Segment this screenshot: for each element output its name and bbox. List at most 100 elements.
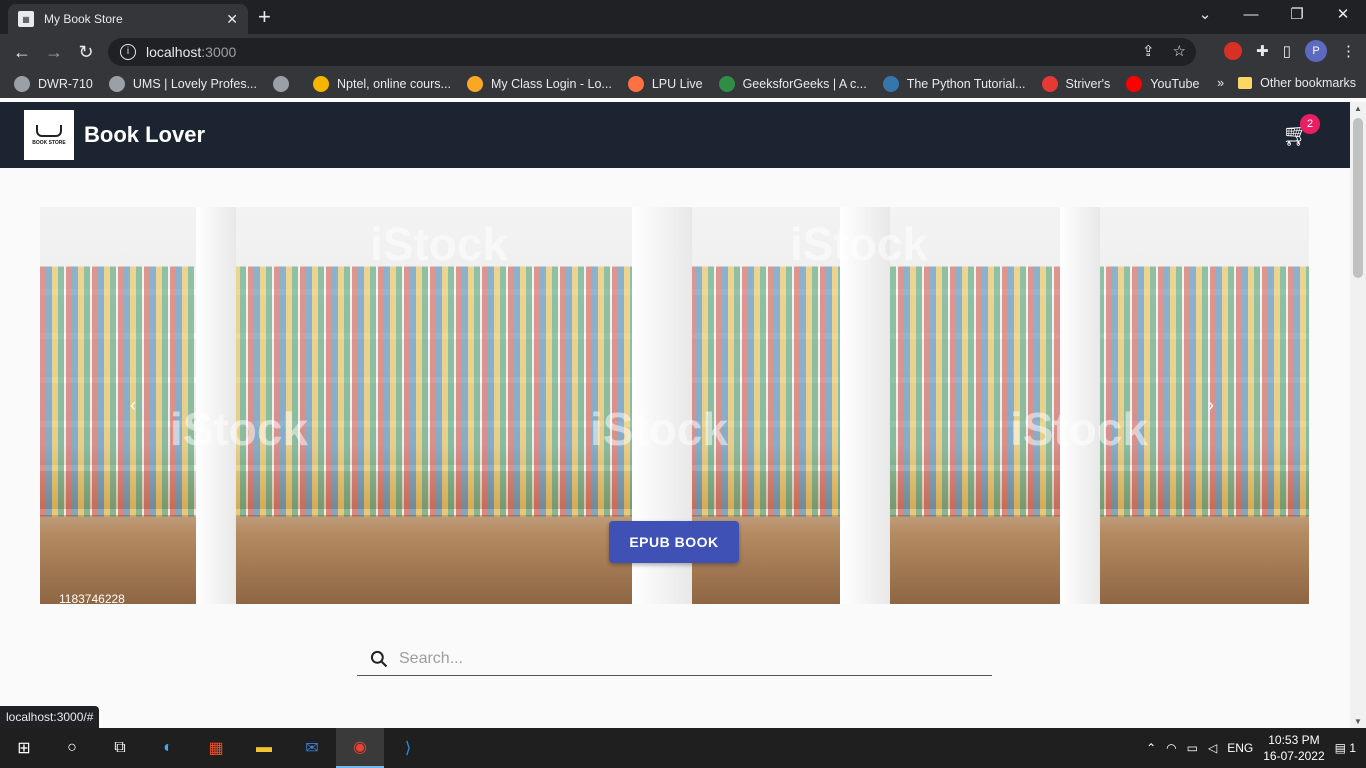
epub-book-button[interactable]: EPUB BOOK (609, 521, 739, 563)
other-bookmarks[interactable]: Other bookmarks (1238, 76, 1356, 90)
microsoft-store-icon[interactable]: ▦ (192, 728, 240, 768)
back-button[interactable]: ← (6, 42, 38, 63)
bookmark-item[interactable]: DWR-710 (14, 76, 93, 92)
bookmark-favicon-icon (718, 76, 735, 92)
browser-tabstrip: ▦ My Book Store ✕ + ⌄ — ❐ ✕ (0, 0, 1366, 34)
app-header: BOOK STORE Book Lover 🛒︎ 2 (0, 102, 1350, 168)
scroll-up-icon[interactable]: ▲ (1354, 104, 1362, 113)
clock[interactable]: 10:53 PM 16-07-2022 (1263, 732, 1324, 764)
close-tab-icon[interactable]: ✕ (226, 11, 238, 28)
site-info-icon[interactable]: i (120, 44, 136, 60)
task-view-icon[interactable]: ⧉ (96, 728, 144, 768)
brand-title[interactable]: Book Lover (84, 122, 205, 148)
watermark: iStock (170, 403, 309, 455)
restore-button[interactable]: ❐ (1274, 0, 1320, 30)
page-viewport: BOOK STORE Book Lover 🛒︎ 2 iStock iStock… (0, 102, 1350, 728)
cart-count-badge: 2 (1300, 114, 1320, 134)
battery-icon[interactable]: ▭ (1187, 741, 1198, 755)
watermark: iStock (1010, 403, 1149, 455)
minimize-button[interactable]: — (1228, 0, 1274, 30)
bookmark-label: YouTube (1150, 77, 1200, 91)
language-indicator[interactable]: ENG (1227, 741, 1253, 755)
file-explorer-icon[interactable]: ▬ (240, 728, 288, 768)
bookmark-label: GeeksforGeeks | A c... (742, 77, 867, 91)
volume-icon[interactable]: ◁ (1208, 741, 1217, 755)
windows-start-icon[interactable]: ⊞ (0, 728, 48, 768)
scroll-down-icon[interactable]: ▼ (1354, 717, 1362, 726)
bookmark-item[interactable]: Nptel, online cours... (313, 76, 451, 92)
bookmark-item[interactable] (273, 76, 297, 92)
bookmark-label: DWR-710 (38, 77, 93, 91)
url-host: localhost (146, 44, 202, 60)
scroll-thumb[interactable] (1353, 118, 1363, 278)
bookmark-favicon-icon (14, 76, 30, 92)
extensions-puzzle-icon[interactable]: ✚ (1256, 42, 1269, 60)
carousel-prev-icon[interactable]: ‹ (130, 395, 136, 416)
notification-count: 1 (1349, 741, 1356, 755)
mail-icon[interactable]: ✉ (288, 728, 336, 768)
bookmark-label: LPU Live (651, 77, 703, 91)
bookmark-item[interactable]: GeeksforGeeks | A c... (718, 76, 867, 92)
tab-favicon-icon: ▦ (18, 11, 34, 27)
close-window-button[interactable]: ✕ (1320, 0, 1366, 30)
stock-image-id: 1183746228 (59, 592, 125, 604)
bookmark-item[interactable]: My Class Login - Lo... (466, 76, 612, 92)
chrome-icon[interactable]: ◉ (336, 728, 384, 768)
bookmark-item[interactable]: UMS | Lovely Profes... (108, 76, 257, 92)
search-icon (370, 650, 388, 667)
store-logo[interactable]: BOOK STORE (24, 110, 74, 160)
bookmark-item[interactable]: Striver's (1041, 76, 1111, 92)
more-bookmarks-icon[interactable]: » (1217, 76, 1224, 90)
vscode-icon[interactable]: ⟩ (384, 728, 432, 768)
bookmark-item[interactable]: YouTube (1126, 76, 1199, 92)
wifi-icon[interactable]: ◠ (1166, 741, 1176, 755)
windows-taskbar: ⊞ ○ ⧉ ◐ ▦ ▬ ✉ ◉ ⟩ ⌃ ◠ ▭ ◁ ENG 10:53 PM 1… (0, 728, 1366, 768)
bookmark-label: Nptel, online cours... (337, 77, 451, 91)
watermark: iStock (790, 218, 929, 270)
new-tab-button[interactable]: + (258, 4, 271, 30)
side-panel-icon[interactable]: ▯ (1283, 42, 1291, 60)
bookmark-favicon-icon (627, 76, 644, 92)
menu-kebab-icon[interactable]: ⋮ (1341, 42, 1356, 60)
watermark: iStock (370, 218, 509, 270)
bookmark-favicon-icon (108, 76, 125, 92)
bookmark-label: UMS | Lovely Profes... (132, 77, 257, 91)
forward-button[interactable]: → (38, 42, 70, 63)
bookmark-favicon-icon (466, 76, 483, 92)
logo-text: BOOK STORE (32, 139, 66, 146)
page-scrollbar[interactable]: ▲ ▼ (1350, 102, 1366, 728)
address-bar[interactable]: i localhost :3000 ⇪ ☆ (108, 38, 1196, 66)
share-icon[interactable]: ⇪ (1142, 42, 1155, 60)
tab-search-icon[interactable]: ⌄ (1182, 0, 1228, 30)
status-url: localhost:3000/# (0, 706, 100, 728)
open-book-icon (36, 124, 62, 137)
bookmark-star-icon[interactable]: ☆ (1173, 42, 1186, 60)
bookmark-favicon-icon (273, 76, 289, 92)
folder-icon (1238, 77, 1253, 89)
extension-shield-icon[interactable] (1224, 42, 1243, 60)
search-bar (357, 642, 992, 676)
bookmark-item[interactable]: The Python Tutorial... (882, 76, 1026, 92)
bookmark-label: Striver's (1065, 77, 1111, 91)
bookmark-label: The Python Tutorial... (906, 77, 1026, 91)
profile-avatar[interactable]: P (1305, 40, 1327, 62)
clock-time: 10:53 PM (1268, 733, 1320, 747)
reload-button[interactable]: ↻ (70, 42, 102, 63)
carousel-next-icon[interactable]: › (1208, 395, 1214, 416)
hero-carousel: iStock iStock iStock iStock iStock ‹ › E… (40, 207, 1309, 604)
window-controls: ⌄ — ❐ ✕ (1182, 0, 1366, 30)
system-tray: ⌃ ◠ ▭ ◁ ENG 10:53 PM 16-07-2022 ▤ 1 (1146, 728, 1366, 768)
search-circle-icon[interactable]: ○ (48, 728, 96, 768)
edge-browser-icon[interactable]: ◐ (144, 728, 192, 768)
bookmark-favicon-icon (1041, 76, 1058, 92)
browser-tab[interactable]: ▦ My Book Store ✕ (8, 4, 248, 34)
bookmark-favicon-icon (1126, 76, 1143, 92)
bookmarks-bar: DWR-710 UMS | Lovely Profes... Nptel, onli… (0, 70, 1366, 98)
notifications-icon[interactable]: ▤ 1 (1335, 741, 1356, 755)
bookmark-item[interactable]: LPU Live (627, 76, 703, 92)
tray-expand-icon[interactable]: ⌃ (1146, 741, 1156, 755)
clock-date: 16-07-2022 (1263, 749, 1325, 763)
bookmark-label: My Class Login - Lo... (490, 77, 612, 91)
url-port: :3000 (201, 44, 237, 60)
search-input[interactable] (399, 649, 959, 668)
